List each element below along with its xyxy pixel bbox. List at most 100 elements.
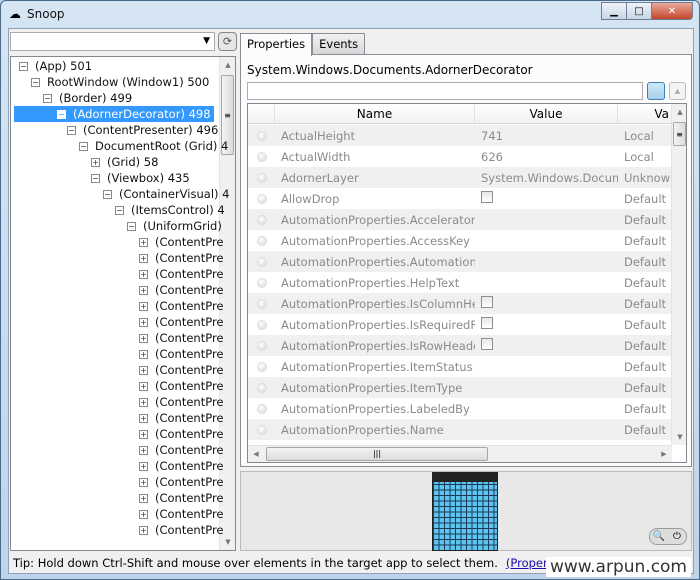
property-row[interactable]: ActualWidth626Local [248,146,672,167]
tree-item[interactable]: +(ContentPre [139,490,224,506]
expand-icon[interactable]: + [139,526,148,535]
property-row[interactable]: AutomationProperties.HelpTextDefault [248,272,672,293]
property-value[interactable]: 626 [475,150,618,164]
collapse-button[interactable]: ▲ [669,82,686,100]
tree-item[interactable]: +(ContentPre [139,298,224,314]
expand-icon[interactable]: + [139,238,148,247]
property-checkbox[interactable] [481,338,493,350]
property-row[interactable]: AutomationProperties.ItemStatusDefault [248,356,672,377]
tree-item[interactable]: +(ContentPre [139,250,224,266]
expand-icon[interactable]: + [139,398,148,407]
expand-icon[interactable]: + [139,254,148,263]
property-value[interactable]: 741 [475,129,618,143]
property-row[interactable]: AutomationProperties.AccessKeyDefault [248,230,672,251]
maximize-button[interactable]: □ [626,2,652,20]
expand-icon[interactable]: + [139,478,148,487]
expand-icon[interactable]: + [139,270,148,279]
grid-vertical-scrollbar[interactable]: ▲ ≡ ▼ [671,104,687,445]
window-selector-combo[interactable]: ▼ [10,32,215,51]
tree-item[interactable]: +(ContentPre [139,458,224,474]
tree-item[interactable]: +(ContentPre [139,506,224,522]
tree-item[interactable]: +(ContentPre [139,282,224,298]
tree-item[interactable]: +(ContentPre [139,378,224,394]
collapse-icon[interactable]: − [31,78,40,87]
tree-item[interactable]: +(ContentPre [139,410,224,426]
scroll-up-icon[interactable]: ▲ [672,104,687,120]
power-icon[interactable]: ⏻ [668,529,686,544]
property-checkbox[interactable] [481,191,493,203]
column-header-value[interactable]: Value [475,104,618,123]
tree-item[interactable]: +(ContentPre [139,346,224,362]
tree-item[interactable]: +(Grid) 58 [91,154,158,170]
scroll-left-icon[interactable]: ◀ [248,446,264,462]
property-value[interactable] [475,191,618,206]
property-row[interactable]: AdornerLayerSystem.Windows.DocumUnknown [248,167,672,188]
collapse-icon[interactable]: − [19,62,28,71]
expand-icon[interactable]: + [139,510,148,519]
expand-icon[interactable]: + [91,158,100,167]
tree-item[interactable]: +(ContentPre [139,394,224,410]
expand-icon[interactable]: + [139,382,148,391]
column-header-name[interactable]: Name [275,104,475,123]
tree-item[interactable]: −(Border) 499 [43,90,132,106]
tree-item[interactable]: +(ContentPre [139,522,224,538]
expand-icon[interactable]: + [139,334,148,343]
collapse-icon[interactable]: − [127,222,136,231]
tree-item[interactable]: −DocumentRoot (Grid) 4 [79,138,228,154]
expand-icon[interactable]: + [139,462,148,471]
property-value[interactable] [475,338,618,353]
property-row[interactable]: AutomationProperties.NameDefault [248,419,672,440]
grid-scroll-thumb[interactable]: ≡ [673,122,686,146]
expand-icon[interactable]: + [139,302,148,311]
property-row[interactable]: AutomationProperties.IsRequiredForFormDe… [248,314,672,335]
property-value[interactable] [475,296,618,311]
expand-icon[interactable]: + [139,366,148,375]
tree-item[interactable]: +(ContentPre [139,426,224,442]
property-checkbox[interactable] [481,296,493,308]
property-row[interactable]: AutomationProperties.LabeledByDefault [248,398,672,419]
property-row[interactable]: AutomationProperties.ItemTypeDefault [248,377,672,398]
expand-icon[interactable]: + [139,350,148,359]
minimize-button[interactable]: ▁ [601,2,627,20]
tree-item[interactable]: −RootWindow (Window1) 500 [31,74,209,90]
collapse-icon[interactable]: − [91,174,100,183]
tree-item[interactable]: +(ContentPre [139,442,224,458]
grid-hscroll-thumb[interactable]: ||| [266,447,488,461]
tree-item[interactable]: +(ContentPre [139,330,224,346]
collapse-icon[interactable]: − [103,190,112,199]
property-row[interactable]: AutomationProperties.IsColumnHeaderDefau… [248,293,672,314]
property-row[interactable]: AutomationProperties.IsRowHeaderDefault [248,335,672,356]
tree-item[interactable]: +(ContentPre [139,362,224,378]
grid-horizontal-scrollbar[interactable]: ◀ ||| ▶ [248,445,672,462]
zoom-icon[interactable]: 🔍 [650,529,668,544]
tree-item[interactable]: −(AdornerDecorator) 498 [14,106,214,122]
column-header-source[interactable]: Va [618,104,672,123]
tree-item[interactable]: +(ContentPre [139,314,224,330]
tab-properties[interactable]: Properties [240,33,312,56]
collapse-icon[interactable]: − [67,126,76,135]
refresh-button[interactable]: ⟳ [218,32,237,51]
scroll-down-icon[interactable]: ▼ [672,429,687,445]
tree-item[interactable]: +(ContentPre [139,474,224,490]
expand-icon[interactable]: + [139,286,148,295]
tree-item[interactable]: −(UniformGrid) [127,218,222,234]
tree-item[interactable]: −(Viewbox) 435 [91,170,190,186]
property-checkbox[interactable] [481,317,493,329]
expand-icon[interactable]: + [139,494,148,503]
collapse-icon[interactable]: − [57,110,66,119]
tree-item[interactable]: −(ContentPresenter) 496 [67,122,218,138]
expand-icon[interactable]: + [139,318,148,327]
close-button[interactable]: ✕ [651,2,693,20]
collapse-icon[interactable]: − [115,206,124,215]
property-row[interactable]: AutomationProperties.AutomationIdDefault [248,251,672,272]
tab-events[interactable]: Events [312,33,365,55]
property-row[interactable]: ActualHeight741Local [248,125,672,146]
tree-item[interactable]: −(ItemsControl) 4 [115,202,225,218]
collapse-icon[interactable]: − [79,142,88,151]
property-filter-input[interactable] [247,82,643,100]
collapse-icon[interactable]: − [43,94,52,103]
property-value[interactable]: System.Windows.Docum [475,171,618,185]
scroll-up-icon[interactable]: ▲ [220,57,236,73]
expand-icon[interactable]: + [139,430,148,439]
visual-tree[interactable]: ▲ ≡ ▼ −(App) 501−RootWindow (Window1) 50… [10,56,236,551]
